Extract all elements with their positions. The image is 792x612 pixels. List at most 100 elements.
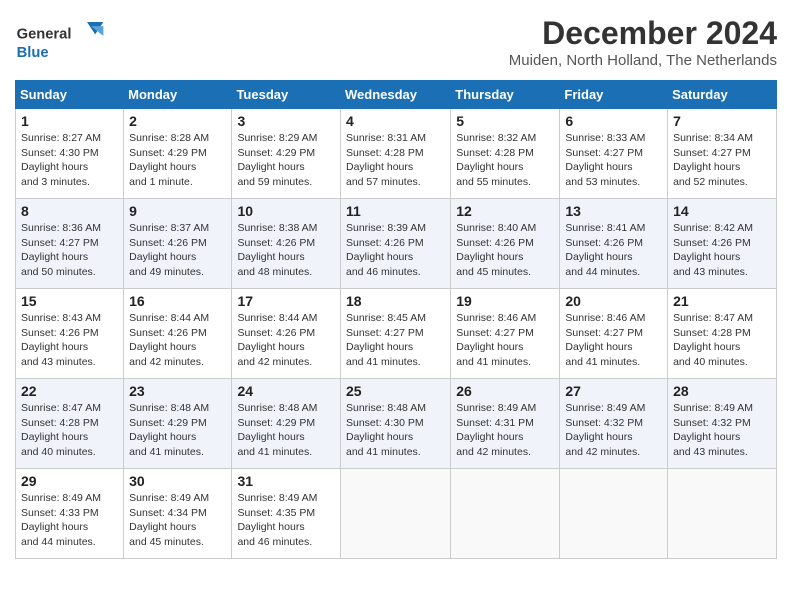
calendar-cell: 5Sunrise: 8:32 AMSunset: 4:28 PMDaylight… — [451, 109, 560, 199]
weekday-header-row: SundayMondayTuesdayWednesdayThursdayFrid… — [16, 81, 777, 109]
calendar-cell: 6Sunrise: 8:33 AMSunset: 4:27 PMDaylight… — [560, 109, 668, 199]
calendar-cell: 24 Sunrise: 8:48 AMSunset: 4:29 PMDayligh… — [232, 379, 341, 469]
calendar-cell: 7 Sunrise: 8:34 AMSunset: 4:27 PMDaylight… — [668, 109, 777, 199]
day-number: 25 — [346, 383, 445, 399]
day-number: 7 — [673, 113, 771, 129]
calendar-cell: 23 Sunrise: 8:48 AMSunset: 4:29 PMDayligh… — [124, 379, 232, 469]
day-info: Sunrise: 8:28 AMSunset: 4:29 PMDaylight … — [129, 131, 226, 190]
day-info: Sunrise: 8:37 AMSunset: 4:26 PMDaylight … — [129, 221, 226, 280]
day-info: Sunrise: 8:44 AMSunset: 4:26 PMDaylight … — [129, 311, 226, 370]
day-info: Sunrise: 8:32 AMSunset: 4:28 PMDaylight … — [456, 131, 554, 190]
weekday-header-saturday: Saturday — [668, 81, 777, 109]
day-info: Sunrise: 8:48 AMSunset: 4:30 PMDaylight … — [346, 401, 445, 460]
logo: General Blue — [15, 15, 105, 70]
title-area: December 2024 Muiden, North Holland, The… — [509, 15, 777, 69]
day-number: 2 — [129, 113, 226, 129]
day-number: 9 — [129, 203, 226, 219]
calendar-cell: 18 Sunrise: 8:45 AMSunset: 4:27 PMDayligh… — [341, 289, 451, 379]
day-number: 23 — [129, 383, 226, 399]
weekday-header-tuesday: Tuesday — [232, 81, 341, 109]
day-number: 11 — [346, 203, 445, 219]
calendar-cell: 2 Sunrise: 8:28 AMSunset: 4:29 PMDaylight… — [124, 109, 232, 199]
day-info: Sunrise: 8:39 AMSunset: 4:26 PMDaylight … — [346, 221, 445, 280]
day-info: Sunrise: 8:48 AMSunset: 4:29 PMDaylight … — [237, 401, 335, 460]
day-number: 24 — [237, 383, 335, 399]
day-info: Sunrise: 8:49 AMSunset: 4:32 PMDaylight … — [673, 401, 771, 460]
calendar-cell — [668, 469, 777, 559]
day-number: 18 — [346, 293, 445, 309]
calendar-cell: 17Sunrise: 8:44 AMSunset: 4:26 PMDayligh… — [232, 289, 341, 379]
calendar-cell: 16 Sunrise: 8:44 AMSunset: 4:26 PMDayligh… — [124, 289, 232, 379]
month-title: December 2024 — [509, 15, 777, 52]
day-number: 12 — [456, 203, 554, 219]
calendar-cell: 21 Sunrise: 8:47 AMSunset: 4:28 PMDayligh… — [668, 289, 777, 379]
day-number: 15 — [21, 293, 118, 309]
day-info: Sunrise: 8:45 AMSunset: 4:27 PMDaylight … — [346, 311, 445, 370]
day-info: Sunrise: 8:40 AMSunset: 4:26 PMDaylight … — [456, 221, 554, 280]
day-number: 1 — [21, 113, 118, 129]
day-info: Sunrise: 8:46 AMSunset: 4:27 PMDaylight … — [456, 311, 554, 370]
day-info: Sunrise: 8:48 AMSunset: 4:29 PMDaylight … — [129, 401, 226, 460]
calendar-cell: 29Sunrise: 8:49 AMSunset: 4:33 PMDayligh… — [16, 469, 124, 559]
day-info: Sunrise: 8:49 AMSunset: 4:35 PMDaylight … — [237, 491, 335, 550]
calendar-cell: 9 Sunrise: 8:37 AMSunset: 4:26 PMDaylight… — [124, 199, 232, 289]
page-header: General Blue December 2024 Muiden, North… — [15, 15, 777, 70]
day-number: 16 — [129, 293, 226, 309]
calendar-cell: 31 Sunrise: 8:49 AMSunset: 4:35 PMDayligh… — [232, 469, 341, 559]
logo-svg: General Blue — [15, 15, 105, 70]
day-info: Sunrise: 8:31 AMSunset: 4:28 PMDaylight … — [346, 131, 445, 190]
day-info: Sunrise: 8:46 AMSunset: 4:27 PMDaylight … — [565, 311, 662, 370]
day-number: 10 — [237, 203, 335, 219]
calendar-cell: 13 Sunrise: 8:41 AMSunset: 4:26 PMDayligh… — [560, 199, 668, 289]
day-number: 21 — [673, 293, 771, 309]
day-number: 26 — [456, 383, 554, 399]
day-info: Sunrise: 8:47 AMSunset: 4:28 PMDaylight … — [673, 311, 771, 370]
day-number: 14 — [673, 203, 771, 219]
calendar-week-4: 22 Sunrise: 8:47 AMSunset: 4:28 PMDayligh… — [16, 379, 777, 469]
day-info: Sunrise: 8:49 AMSunset: 4:32 PMDaylight … — [565, 401, 662, 460]
day-number: 22 — [21, 383, 118, 399]
calendar-week-5: 29Sunrise: 8:49 AMSunset: 4:33 PMDayligh… — [16, 469, 777, 559]
day-info: Sunrise: 8:27 AMSunset: 4:30 PMDaylight … — [21, 131, 118, 190]
calendar-cell: 11 Sunrise: 8:39 AMSunset: 4:26 PMDayligh… — [341, 199, 451, 289]
calendar-cell: 14Sunrise: 8:42 AMSunset: 4:26 PMDayligh… — [668, 199, 777, 289]
calendar-week-1: 1 Sunrise: 8:27 AMSunset: 4:30 PMDaylight… — [16, 109, 777, 199]
calendar-cell: 15 Sunrise: 8:43 AMSunset: 4:26 PMDayligh… — [16, 289, 124, 379]
calendar-cell: 28Sunrise: 8:49 AMSunset: 4:32 PMDayligh… — [668, 379, 777, 469]
day-number: 13 — [565, 203, 662, 219]
weekday-header-thursday: Thursday — [451, 81, 560, 109]
day-info: Sunrise: 8:38 AMSunset: 4:26 PMDaylight … — [237, 221, 335, 280]
day-info: Sunrise: 8:36 AMSunset: 4:27 PMDaylight … — [21, 221, 118, 280]
day-number: 8 — [21, 203, 118, 219]
calendar-cell: 30Sunrise: 8:49 AMSunset: 4:34 PMDayligh… — [124, 469, 232, 559]
weekday-header-monday: Monday — [124, 81, 232, 109]
svg-text:Blue: Blue — [17, 45, 49, 61]
calendar-cell — [451, 469, 560, 559]
day-info: Sunrise: 8:47 AMSunset: 4:28 PMDaylight … — [21, 401, 118, 460]
day-info: Sunrise: 8:34 AMSunset: 4:27 PMDaylight … — [673, 131, 771, 190]
day-number: 19 — [456, 293, 554, 309]
svg-text:General: General — [17, 26, 72, 42]
calendar-table: SundayMondayTuesdayWednesdayThursdayFrid… — [15, 80, 777, 559]
calendar-cell — [341, 469, 451, 559]
calendar-cell: 25 Sunrise: 8:48 AMSunset: 4:30 PMDayligh… — [341, 379, 451, 469]
day-info: Sunrise: 8:29 AMSunset: 4:29 PMDaylight … — [237, 131, 335, 190]
calendar-cell: 22 Sunrise: 8:47 AMSunset: 4:28 PMDayligh… — [16, 379, 124, 469]
location-subtitle: Muiden, North Holland, The Netherlands — [509, 52, 777, 69]
day-number: 6 — [565, 113, 662, 129]
calendar-cell — [560, 469, 668, 559]
calendar-week-3: 15 Sunrise: 8:43 AMSunset: 4:26 PMDayligh… — [16, 289, 777, 379]
day-info: Sunrise: 8:41 AMSunset: 4:26 PMDaylight … — [565, 221, 662, 280]
day-info: Sunrise: 8:43 AMSunset: 4:26 PMDaylight … — [21, 311, 118, 370]
weekday-header-sunday: Sunday — [16, 81, 124, 109]
weekday-header-friday: Friday — [560, 81, 668, 109]
calendar-cell: 8 Sunrise: 8:36 AMSunset: 4:27 PMDaylight… — [16, 199, 124, 289]
calendar-cell: 1 Sunrise: 8:27 AMSunset: 4:30 PMDaylight… — [16, 109, 124, 199]
day-number: 17 — [237, 293, 335, 309]
day-number: 29 — [21, 473, 118, 489]
day-number: 20 — [565, 293, 662, 309]
day-number: 4 — [346, 113, 445, 129]
day-number: 31 — [237, 473, 335, 489]
day-number: 30 — [129, 473, 226, 489]
day-info: Sunrise: 8:49 AMSunset: 4:31 PMDaylight … — [456, 401, 554, 460]
